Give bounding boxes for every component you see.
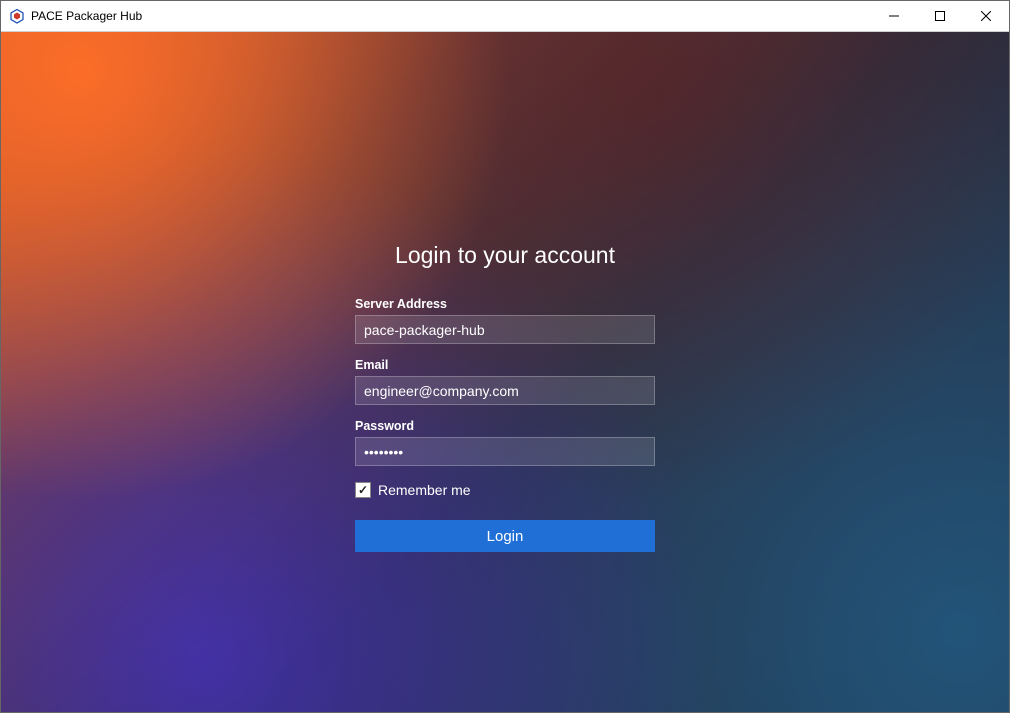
email-label: Email (355, 358, 655, 372)
login-button[interactable]: Login (355, 520, 655, 552)
remember-me-label: Remember me (378, 482, 471, 498)
app-icon (9, 8, 25, 24)
window-title: PACE Packager Hub (31, 9, 142, 23)
server-address-label: Server Address (355, 297, 655, 311)
title-bar: PACE Packager Hub (1, 1, 1009, 32)
app-window: PACE Packager Hub Login to your account … (0, 0, 1010, 713)
remember-me-row[interactable]: Remember me (355, 482, 655, 498)
remember-me-checkbox[interactable] (355, 482, 371, 498)
login-heading: Login to your account (355, 242, 655, 269)
minimize-button[interactable] (871, 1, 917, 31)
login-panel: Login to your account Server Address Ema… (355, 242, 655, 552)
client-area: Login to your account Server Address Ema… (1, 32, 1009, 712)
maximize-button[interactable] (917, 1, 963, 31)
close-button[interactable] (963, 1, 1009, 31)
password-input[interactable] (355, 437, 655, 466)
email-input[interactable] (355, 376, 655, 405)
password-label: Password (355, 419, 655, 433)
server-address-input[interactable] (355, 315, 655, 344)
